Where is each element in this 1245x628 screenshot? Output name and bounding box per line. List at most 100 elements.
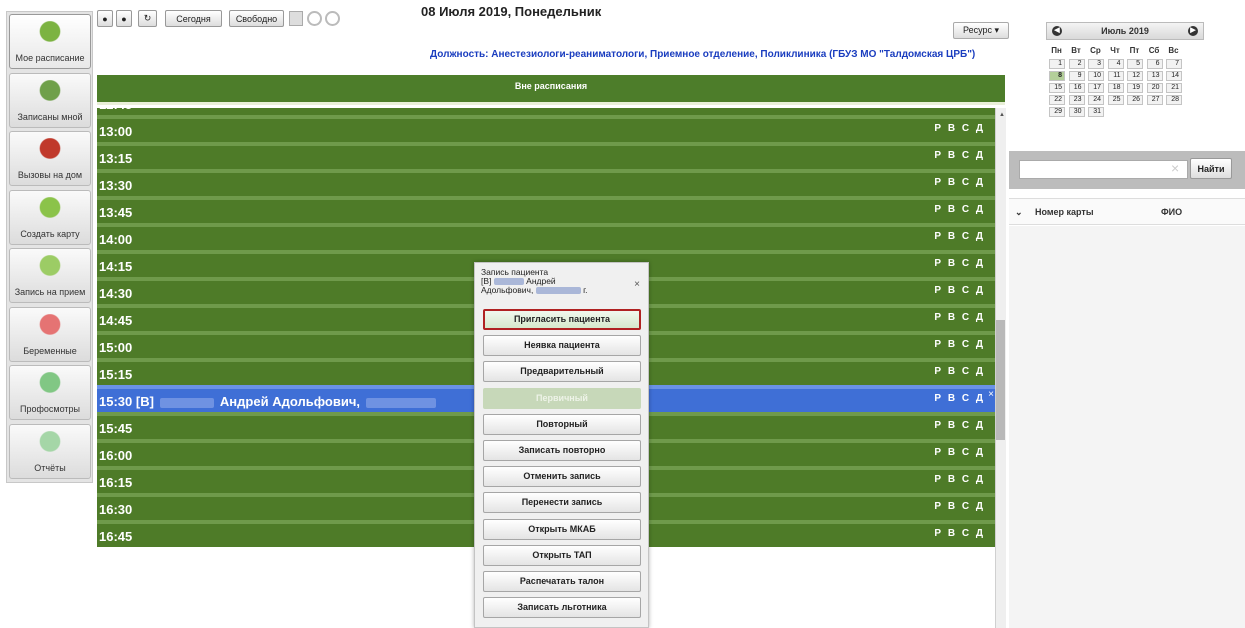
refresh-button[interactable]: ↻	[138, 10, 157, 27]
slot-flags[interactable]: Р В С Д	[934, 231, 985, 242]
close-icon[interactable]: ×	[634, 279, 640, 290]
calendar-day[interactable]: 18	[1107, 83, 1124, 93]
sidebar-item-3[interactable]: Создать карту	[9, 189, 91, 245]
slot-flags[interactable]: Р В С Д	[934, 285, 985, 296]
calendar-day[interactable]: 20	[1146, 83, 1163, 93]
calendar-day[interactable]: 15	[1049, 83, 1065, 93]
next-day-button[interactable]: ●	[116, 10, 132, 27]
slot-flags[interactable]: Р В С Д	[934, 528, 985, 539]
sidebar-item-label: Отчёты	[34, 462, 66, 473]
calendar-day[interactable]: 3	[1088, 59, 1104, 69]
popup-action-button[interactable]: Открыть МКАБ	[483, 518, 641, 540]
sidebar-item-7[interactable]: Отчёты	[9, 423, 91, 479]
calendar-weekday: Вс	[1168, 46, 1179, 55]
sidebar-item-2[interactable]: Вызовы на дом	[9, 131, 91, 186]
slot-flags[interactable]: Р В С Д	[934, 474, 985, 485]
popup-action-button[interactable]: Записать льготника	[483, 597, 641, 619]
popup-action-button[interactable]: Открыть ТАП	[483, 544, 641, 566]
calendar-day[interactable]: 2	[1068, 59, 1085, 69]
popup-action-button[interactable]: Отменить запись	[483, 466, 641, 488]
slot-flags[interactable]: Р В С Д	[934, 366, 985, 377]
calendar-day[interactable]: 21	[1166, 83, 1182, 93]
calendar-day[interactable]: 8	[1049, 71, 1065, 81]
slot-flags[interactable]: Р В С Д	[934, 123, 985, 134]
off-schedule-row[interactable]: Вне расписания	[97, 75, 1005, 105]
calendar-appointment-icon	[35, 255, 65, 281]
popup-action-button[interactable]: Повторный	[483, 413, 641, 435]
calendar-day[interactable]: 23	[1068, 95, 1085, 105]
calendar-weekday: Вт	[1071, 46, 1081, 55]
schedule-slot[interactable]: 13:30 Р В С Д	[97, 169, 995, 196]
calendar-day[interactable]: 17	[1088, 83, 1104, 93]
schedule-slot[interactable]: 13:45 Р В С Д	[97, 196, 995, 223]
calendar-day[interactable]: 31	[1088, 107, 1104, 117]
column-fio[interactable]: ФИО	[1161, 207, 1182, 217]
clear-search-icon[interactable]: ×	[1171, 160, 1179, 176]
slot-flags[interactable]: Р В С Д	[934, 339, 985, 350]
calendar-day[interactable]: 14	[1166, 71, 1182, 81]
slot-flags[interactable]: Р В С Д	[934, 447, 985, 458]
calendar-day[interactable]: 11	[1107, 71, 1124, 81]
slot-flags[interactable]: Р В С Д	[934, 420, 985, 431]
search-input[interactable]	[1019, 160, 1188, 179]
slot-flags[interactable]: Р В С Д	[934, 204, 985, 215]
calendar-next-icon[interactable]: ▶	[1188, 26, 1198, 36]
resource-dropdown[interactable]: Ресурс ▾	[953, 22, 1009, 39]
calendar-day[interactable]: 1	[1049, 59, 1065, 69]
free-button[interactable]: Свободно	[229, 10, 284, 27]
sidebar-item-4[interactable]: Запись на прием	[9, 248, 91, 303]
schedule-slot[interactable]: 14:00 Р В С Д	[97, 223, 995, 250]
popup-action-button[interactable]: Распечатать талон	[483, 571, 641, 592]
calendar-day[interactable]: 25	[1107, 95, 1124, 105]
popup-action-button[interactable]: Пригласить пациента	[483, 309, 641, 330]
scrollbar-thumb[interactable]	[996, 320, 1005, 440]
report-icon	[35, 430, 65, 457]
calendar-prev-icon[interactable]: ◀	[1052, 26, 1062, 36]
calendar-day[interactable]: 9	[1068, 71, 1085, 81]
popup-action-button[interactable]: Предварительный	[483, 361, 641, 383]
calendar-day[interactable]: 19	[1127, 83, 1143, 93]
today-button[interactable]: Сегодня	[165, 10, 222, 27]
sidebar-item-1[interactable]: Записаны мной	[9, 72, 91, 128]
calendar-day[interactable]: 27	[1146, 95, 1163, 105]
column-card-number[interactable]: Номер карты	[1035, 207, 1094, 217]
slot-flags[interactable]: Р В С Д	[934, 501, 985, 512]
sidebar-item-6[interactable]: Профосмотры	[9, 365, 91, 420]
schedule-slot[interactable]: 13:15 Р В С Д	[97, 142, 995, 169]
calendar-day[interactable]: 13	[1146, 71, 1163, 81]
sidebar-item-0[interactable]: Мое расписание	[9, 14, 91, 69]
calendar-day[interactable]: 28	[1166, 95, 1182, 105]
popup-action-button[interactable]: Перенести запись	[483, 492, 641, 514]
sidebar-item-5[interactable]: Беременные	[9, 306, 91, 362]
calendar-day[interactable]: 7	[1166, 59, 1182, 69]
slot-time-text: 13:15	[99, 151, 133, 166]
calendar-day[interactable]: 10	[1088, 71, 1104, 81]
slot-time: 16:00	[99, 448, 132, 463]
calendar-day[interactable]: 16	[1068, 83, 1085, 93]
calendar-day[interactable]: 6	[1146, 59, 1163, 69]
calendar-day[interactable]: 22	[1049, 95, 1065, 105]
calendar-day[interactable]: 29	[1049, 107, 1065, 117]
find-button[interactable]: Найти	[1190, 158, 1232, 179]
calendar-day[interactable]: 30	[1068, 107, 1085, 117]
settings-icon[interactable]	[307, 11, 322, 26]
schedule-slot[interactable]: 12:45Р В С Д	[97, 108, 995, 115]
slot-close-icon[interactable]: ×	[988, 389, 994, 400]
slot-flags[interactable]: Р В С Д	[934, 312, 985, 323]
slot-flags[interactable]: Р В С Д	[934, 393, 985, 404]
chevron-down-icon[interactable]: ⌄	[1015, 207, 1023, 218]
popup-action-button[interactable]: Записать повторно	[483, 440, 641, 461]
slot-flags[interactable]: Р В С Д	[934, 177, 985, 188]
slot-flags[interactable]: Р В С Д	[934, 258, 985, 269]
calendar-day[interactable]: 26	[1127, 95, 1143, 105]
calendar-day[interactable]: 4	[1107, 59, 1124, 69]
calendar-day[interactable]: 5	[1127, 59, 1143, 69]
alarm-icon[interactable]	[325, 11, 340, 26]
calendar-day[interactable]: 24	[1088, 95, 1104, 105]
print-icon[interactable]	[289, 11, 303, 26]
slot-flags[interactable]: Р В С Д	[934, 150, 985, 161]
calendar-day[interactable]: 12	[1127, 71, 1143, 81]
prev-day-button[interactable]: ●	[97, 10, 113, 27]
schedule-slot[interactable]: 13:00 Р В С Д	[97, 115, 995, 142]
popup-action-button[interactable]: Неявка пациента	[483, 335, 641, 357]
